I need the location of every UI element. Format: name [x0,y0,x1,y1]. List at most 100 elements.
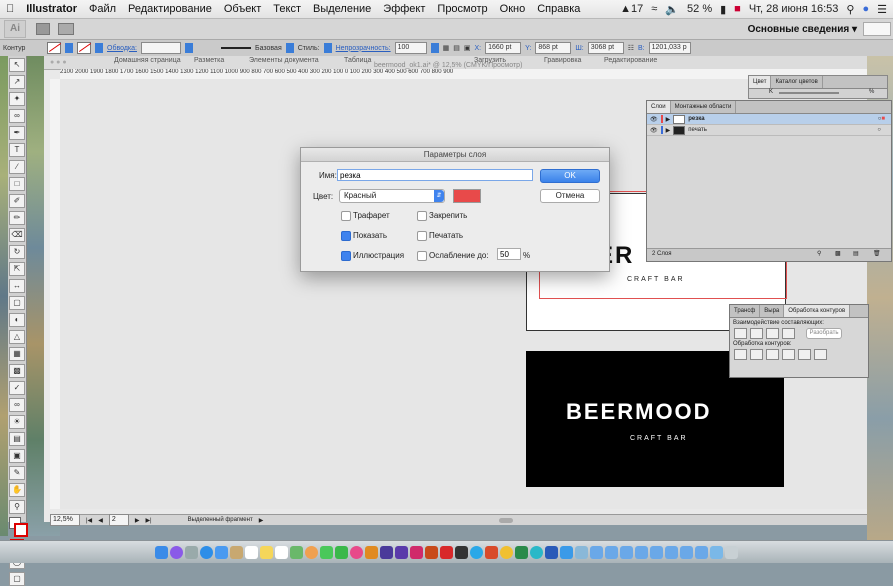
excel-icon[interactable] [515,545,528,559]
w-label[interactable]: Ш: [575,45,583,52]
gradient-tool-icon[interactable]: ▩ [9,364,25,378]
scale-tool-icon[interactable]: ⇱ [9,262,25,276]
artboard-number-field[interactable]: 2 [108,514,129,526]
tab-color-guide[interactable]: Каталог цветов [771,76,823,88]
acrobat-icon[interactable] [440,545,453,559]
facetime-icon[interactable] [335,545,348,559]
itunes-icon[interactable] [350,545,363,559]
stroke-profile-line[interactable] [220,47,251,49]
dim-percent-input[interactable] [497,248,521,260]
apple-menu-icon[interactable]:  [0,3,20,15]
pen-tool-icon[interactable]: ✒ [9,126,25,140]
tab-home[interactable]: Домашняя страница [114,57,181,64]
notes-icon[interactable] [260,545,273,559]
illustrator-cc-icon[interactable] [425,545,438,559]
status-text[interactable]: Выделенный фрагмент [188,517,253,523]
fill-stroke-swatches[interactable] [9,517,28,537]
dim-images-checkbox[interactable] [417,251,427,261]
tab-transform[interactable]: Трансф [730,305,761,317]
locate-object-icon[interactable]: ⚲ [817,250,821,257]
tab-artboards[interactable]: Монтажные области [671,101,737,113]
layer-name-input[interactable] [337,169,533,181]
artboard-prev-button[interactable]: ◀ [98,517,103,524]
y-label[interactable]: Y: [525,45,531,52]
artboard-last-button[interactable]: ▶| [145,517,151,524]
cancel-button[interactable]: Отмена [540,189,600,203]
volume-icon[interactable]: 🔈 [665,3,679,16]
horizontal-scrollbar[interactable] [499,517,514,523]
visibility-eye-icon[interactable]: 👁 [650,116,658,123]
template-checkbox[interactable] [341,211,351,221]
exclude-button[interactable] [782,328,795,339]
folder-icon[interactable] [665,545,678,559]
reminders-icon[interactable] [275,545,288,559]
chrome-icon[interactable] [500,545,513,559]
finder-icon[interactable] [155,545,168,559]
indesign-icon[interactable] [410,545,423,559]
premiere-icon[interactable] [395,545,408,559]
folder-icon[interactable] [635,545,648,559]
vpn-icon[interactable] [530,545,543,559]
expand-layer-icon[interactable]: ▶ [666,127,671,134]
illustrator-icon[interactable] [365,545,378,559]
x-field[interactable]: 1660 pt [485,42,522,54]
bridge-icon[interactable] [36,23,50,35]
expand-layer-icon[interactable]: ▶ [666,116,671,123]
maps-icon[interactable] [290,545,303,559]
y-field[interactable]: 868 pt [535,42,572,54]
width-tool-icon[interactable]: ↔ [9,279,25,293]
tab-editing[interactable]: Редактирование [604,57,657,64]
crop-button[interactable] [782,349,795,360]
k-slider[interactable] [779,92,839,94]
intersect-button[interactable] [766,328,779,339]
menu-window[interactable]: Окно [494,3,532,15]
line-tool-icon[interactable]: ∕ [9,160,25,174]
folder-icon[interactable] [605,545,618,559]
direct-selection-tool-icon[interactable]: ↗ [9,75,25,89]
slice-tool-icon[interactable]: ✎ [9,466,25,480]
stroke-label[interactable]: Обводка: [107,45,137,52]
lock-checkbox[interactable] [417,211,427,221]
color-swatch[interactable] [453,189,481,203]
clock[interactable]: Чт, 28 июня 16:53 [749,3,839,15]
stroke-weight-dropdown[interactable] [184,43,193,53]
preview-checkbox[interactable] [341,251,351,261]
minus-back-button[interactable] [814,349,827,360]
mail-icon[interactable] [215,545,228,559]
folder-icon[interactable] [680,545,693,559]
eraser-tool-icon[interactable]: ⌫ [9,228,25,242]
contacts-icon[interactable] [230,545,243,559]
folder-icon[interactable] [695,545,708,559]
type-tool-icon[interactable]: T [9,143,25,157]
arrange-documents-icon[interactable] [58,23,74,35]
eyedropper-tool-icon[interactable]: ✓ [9,381,25,395]
layer-name-print[interactable]: печать [688,127,707,133]
print-checkbox[interactable] [417,231,427,241]
target-icon[interactable]: ○ [877,127,881,133]
style-dropdown[interactable] [323,43,332,53]
menu-help[interactable]: Справка [531,3,586,15]
notification-center-icon[interactable]: ☰ [877,3,887,16]
color-select[interactable]: Красный ⇵ [339,189,445,203]
menu-type[interactable]: Текст [267,3,307,15]
hand-tool-icon[interactable]: ✋ [9,483,25,497]
stroke-dropdown[interactable] [95,43,103,53]
tab-layers[interactable]: Слои [647,101,671,113]
zoom-tool-icon[interactable]: ⚲ [9,500,25,514]
launchpad-icon[interactable] [185,545,198,559]
recolor-icon[interactable]: ▦ [443,44,450,52]
rotate-tool-icon[interactable]: ↻ [9,245,25,259]
unite-button[interactable] [734,328,747,339]
tab-document-elements[interactable]: Элементы документа [249,57,319,64]
after-effects-icon[interactable] [380,545,393,559]
window-controls[interactable]: ● ● ● [50,59,67,66]
tab-color[interactable]: Цвет [749,76,772,88]
opacity-field[interactable]: 100 [394,42,427,54]
w-field[interactable]: 3068 pt [587,42,624,54]
expand-button[interactable]: Разобрать [806,328,842,339]
preview-icon[interactable] [575,545,588,559]
symbol-sprayer-tool-icon[interactable]: ☀ [9,415,25,429]
menu-view[interactable]: Просмотр [431,3,493,15]
h-field[interactable]: 1201,033 p [648,42,691,54]
trash-icon[interactable] [725,545,738,559]
